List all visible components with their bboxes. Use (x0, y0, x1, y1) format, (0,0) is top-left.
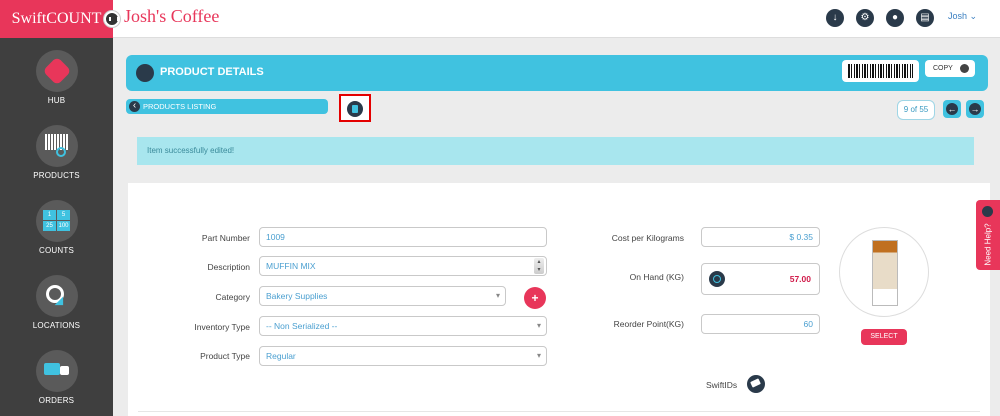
sidebar-item-counts[interactable]: 1 5 25 100 COUNTS (0, 190, 113, 265)
part-number-label: Part Number (201, 233, 250, 243)
reorder-input[interactable]: 60 (701, 314, 820, 334)
brand-logo[interactable]: SwiftCOUNT (0, 0, 113, 38)
truck-icon (36, 350, 78, 392)
swiftids-label: SwiftIDs (706, 380, 738, 390)
sidebar: HUB PRODUCTS 1 5 25 100 COUNTS LOCATIONS… (0, 38, 113, 416)
on-hand-value: 57.00 (789, 274, 811, 284)
notifications-icon[interactable]: ● (886, 9, 904, 27)
counts-grid-cell: 5 (57, 210, 70, 220)
on-hand-label: On Hand (KG) (629, 272, 684, 282)
sidebar-item-label: HUB (47, 96, 66, 105)
counts-grid-cell: 25 (43, 221, 56, 231)
pager-indicator: 9 of 55 (897, 100, 935, 120)
barcode-icon[interactable] (842, 60, 919, 82)
previous-button[interactable]: ← (943, 100, 961, 118)
need-help-label: Need Help? (983, 223, 993, 266)
arrow-right-icon: → (969, 103, 981, 115)
barcode-search-icon (36, 125, 78, 167)
counts-grid-cell: 100 (57, 221, 70, 231)
product-type-label: Product Type (200, 351, 250, 361)
sidebar-item-label: LOCATIONS (32, 321, 81, 330)
next-button[interactable]: → (966, 100, 984, 118)
counts-grid-icon: 1 5 25 100 (36, 200, 78, 242)
success-alert: Item successfully edited! (137, 137, 974, 165)
adjust-count-icon[interactable] (709, 271, 725, 287)
category-label: Category (215, 292, 251, 302)
clipboard-icon[interactable]: ▤ (916, 9, 934, 27)
sidebar-toggle-icon[interactable] (104, 11, 120, 27)
top-bar: SwiftCOUNT Josh's Coffee ↓ ⚙ ● ▤ Josh ⌄ (0, 0, 1000, 38)
page-title: PRODUCT DETAILS (160, 66, 264, 78)
on-hand-field[interactable]: 57.00 (701, 263, 820, 295)
product-details-header: PRODUCT DETAILS COPY (126, 55, 988, 91)
location-cursor-icon (36, 275, 78, 317)
product-type-select[interactable]: Regular (259, 346, 547, 366)
tag-icon[interactable] (747, 375, 765, 393)
settings-icon[interactable]: ⚙ (856, 9, 874, 27)
product-form-panel: Part Number 1009 Description MUFFIN MIX … (128, 183, 990, 416)
add-category-button[interactable]: + (524, 287, 546, 309)
sidebar-item-label: ORDERS (38, 396, 75, 405)
user-menu[interactable]: Josh ⌄ (948, 11, 977, 22)
cost-input[interactable]: $ 0.35 (701, 227, 820, 247)
sidebar-item-hub[interactable]: HUB (0, 40, 113, 115)
arrow-left-icon: ← (946, 103, 958, 115)
select-image-button[interactable]: SELECT (861, 329, 907, 345)
spinner-icon[interactable]: ▴ ▾ (534, 258, 544, 274)
cost-label: Cost per Kilograms (611, 233, 684, 243)
part-number-input[interactable]: 1009 (259, 227, 547, 247)
products-listing-button[interactable]: PRODUCTS LISTING (126, 99, 328, 114)
save-icon (347, 101, 363, 117)
reorder-label: Reorder Point(KG) (613, 319, 684, 329)
counts-grid-cell: 1 (43, 210, 56, 220)
download-icon[interactable]: ↓ (826, 9, 844, 27)
category-select[interactable]: Bakery Supplies (259, 286, 506, 306)
sidebar-item-locations[interactable]: LOCATIONS (0, 265, 113, 340)
inventory-type-select[interactable]: -- Non Serialized -- (259, 316, 547, 336)
copy-button[interactable]: COPY (925, 60, 975, 77)
inventory-type-label: Inventory Type (194, 322, 250, 332)
product-details-icon (136, 64, 154, 82)
hub-icon (36, 50, 78, 92)
sidebar-item-label: COUNTS (39, 246, 74, 255)
need-help-tab[interactable]: Need Help? (976, 200, 1000, 270)
description-label: Description (207, 262, 250, 272)
description-value: MUFFIN MIX (266, 261, 316, 271)
company-name: Josh's Coffee (124, 6, 220, 26)
sidebar-item-products[interactable]: PRODUCTS (0, 115, 113, 190)
description-input[interactable]: MUFFIN MIX ▴ ▾ (259, 256, 547, 276)
product-image (839, 227, 929, 317)
sidebar-item-orders[interactable]: ORDERS (0, 340, 113, 415)
save-button[interactable] (339, 94, 371, 122)
sidebar-item-label: PRODUCTS (33, 171, 80, 180)
